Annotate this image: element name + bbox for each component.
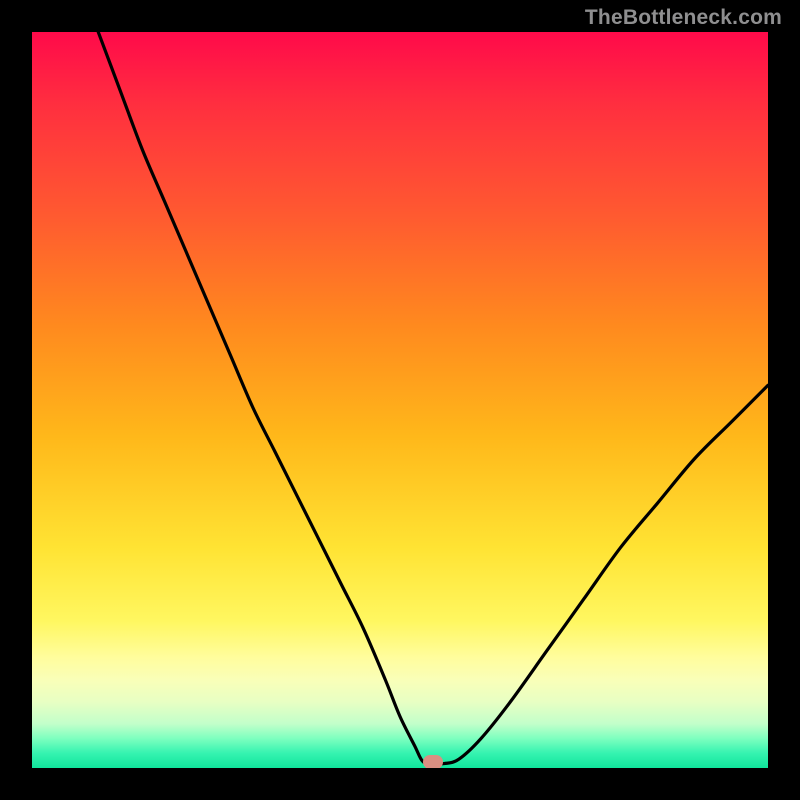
chart-frame: TheBottleneck.com — [0, 0, 800, 800]
plot-area — [32, 32, 768, 768]
watermark-text: TheBottleneck.com — [585, 6, 782, 30]
bottleneck-curve — [98, 32, 768, 764]
curve-svg — [32, 32, 768, 768]
minimum-marker — [423, 755, 443, 768]
